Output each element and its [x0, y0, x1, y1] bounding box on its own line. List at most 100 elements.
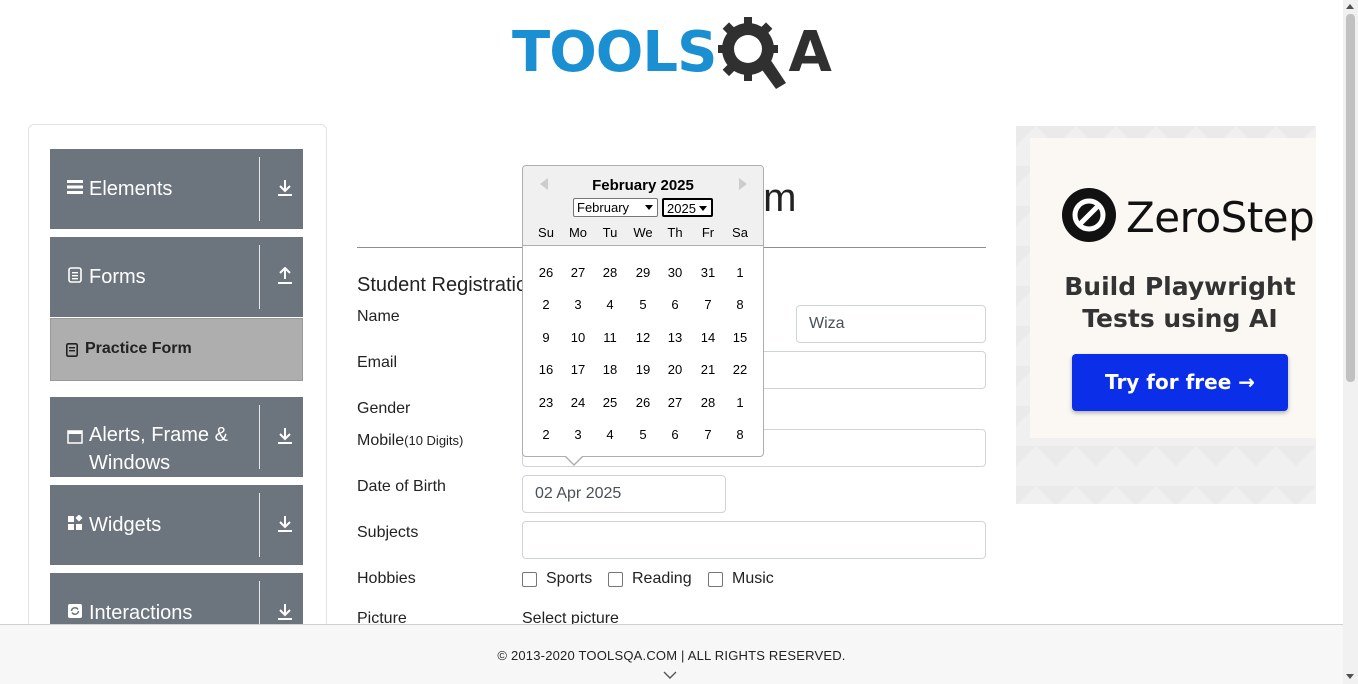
- calendar-day[interactable]: 17: [563, 362, 593, 377]
- chevron-down-icon: [699, 206, 707, 211]
- year-select[interactable]: 2025: [662, 198, 713, 217]
- sidebar-item-practice-form[interactable]: Practice Form: [50, 318, 303, 381]
- next-month-icon[interactable]: [739, 178, 747, 190]
- calendar-day[interactable]: 1: [725, 265, 755, 280]
- ad-cta-button[interactable]: Try for free →: [1072, 354, 1288, 411]
- calendar-day[interactable]: 12: [628, 330, 658, 345]
- calendar-day[interactable]: 28: [595, 265, 625, 280]
- divider: [259, 157, 260, 221]
- calendar-day[interactable]: 25: [595, 395, 625, 410]
- footer-copyright: © 2013-2020 TOOLSQA.COM | ALL RIGHTS RES…: [497, 648, 846, 663]
- scrollbar-thumb[interactable]: [1346, 14, 1355, 382]
- form-icon: [66, 343, 78, 357]
- calendar-day[interactable]: 26: [628, 395, 658, 410]
- calendar-day[interactable]: 3: [563, 427, 593, 442]
- calendar-day[interactable]: 4: [595, 297, 625, 312]
- window-icon: [67, 430, 83, 444]
- month-select[interactable]: February: [573, 198, 658, 217]
- chevron-down-icon: [645, 205, 653, 210]
- calendar-day[interactable]: 10: [563, 330, 593, 345]
- hobby-reading[interactable]: Reading: [608, 570, 692, 588]
- upload-arrow-icon[interactable]: [277, 267, 293, 285]
- calendar-day[interactable]: 2: [531, 297, 561, 312]
- calendar-day[interactable]: 30: [660, 265, 690, 280]
- chevron-down-icon[interactable]: [663, 670, 677, 680]
- ad-headline-line: Tests using AI: [1082, 304, 1278, 333]
- calendar-day[interactable]: 2: [531, 427, 561, 442]
- calendar-day[interactable]: 22: [725, 362, 755, 377]
- sidebar-group-label: Alerts, Frame &: [89, 424, 228, 446]
- download-arrow-icon[interactable]: [277, 427, 293, 445]
- checkbox[interactable]: [608, 571, 623, 587]
- calendar-day[interactable]: 6: [660, 297, 690, 312]
- calendar-day[interactable]: 19: [628, 362, 658, 377]
- download-arrow-icon[interactable]: [277, 179, 293, 197]
- calendar-day[interactable]: 4: [595, 427, 625, 442]
- sidebar-group-elements[interactable]: Elements: [50, 149, 303, 229]
- ad-headline-line: Build Playwright: [1064, 272, 1296, 301]
- sidebar-item-label: Practice Form: [85, 340, 192, 357]
- last-name-input[interactable]: Wiza: [796, 305, 986, 343]
- calendar-day[interactable]: 26: [531, 265, 561, 280]
- mobile-label: Mobile(10 Digits): [357, 432, 463, 450]
- dob-label: Date of Birth: [357, 478, 446, 495]
- calendar-day[interactable]: 8: [725, 297, 755, 312]
- page-scrollbar[interactable]: [1343, 0, 1358, 684]
- sidebar-group-label: Forms: [89, 266, 146, 288]
- dob-input[interactable]: 02 Apr 2025: [522, 475, 726, 513]
- sidebar-group-forms[interactable]: Forms: [50, 237, 303, 317]
- name-label: Name: [357, 308, 400, 325]
- calendar-day[interactable]: 7: [693, 297, 723, 312]
- checkbox[interactable]: [708, 571, 723, 587]
- calendar-day[interactable]: 5: [628, 297, 658, 312]
- hobby-sports[interactable]: Sports: [522, 570, 592, 588]
- weekday-header: We: [633, 225, 653, 240]
- calendar-day[interactable]: 29: [628, 265, 658, 280]
- ad-headline: Build Playwright Tests using AI: [1060, 271, 1300, 335]
- checkbox[interactable]: [522, 571, 537, 587]
- toolsqa-logo[interactable]: TOOLS A: [512, 14, 836, 92]
- sidebar-group-widgets[interactable]: Widgets: [50, 485, 303, 565]
- sidebar: Elements Forms Practice Form Alerts, Fra…: [28, 124, 327, 644]
- calendar-day[interactable]: 15: [725, 330, 755, 345]
- download-arrow-icon[interactable]: [277, 603, 293, 621]
- ad-banner[interactable]: ZeroStep Build Playwright Tests using AI …: [1016, 126, 1316, 504]
- calendar-day[interactable]: 27: [563, 265, 593, 280]
- calendar-day[interactable]: 24: [563, 395, 593, 410]
- calendar-day[interactable]: 28: [693, 395, 723, 410]
- calendar-day[interactable]: 16: [531, 362, 561, 377]
- calendar-day[interactable]: 8: [725, 427, 755, 442]
- widgets-icon: [68, 515, 83, 530]
- calendar-day[interactable]: 1: [725, 395, 755, 410]
- hobby-music[interactable]: Music: [708, 570, 774, 588]
- zerostep-logo-icon: [1062, 188, 1116, 242]
- calendar-day[interactable]: 6: [660, 427, 690, 442]
- calendar-day[interactable]: 23: [531, 395, 561, 410]
- sidebar-group-alerts[interactable]: Alerts, Frame & Windows: [50, 397, 303, 477]
- calendar-day[interactable]: 9: [531, 330, 561, 345]
- calendar-day[interactable]: 13: [660, 330, 690, 345]
- download-arrow-icon[interactable]: [277, 515, 293, 533]
- calendar-day[interactable]: 27: [660, 395, 690, 410]
- calendar-day[interactable]: 14: [693, 330, 723, 345]
- logo-tools-text: TOOLS: [512, 20, 717, 85]
- popup-pointer: [566, 456, 582, 464]
- calendar-day[interactable]: 11: [595, 330, 625, 345]
- zerostep-logo-mark: [1072, 198, 1106, 232]
- calendar-day[interactable]: 20: [660, 362, 690, 377]
- divider: [259, 245, 260, 309]
- calendar-day[interactable]: 3: [563, 297, 593, 312]
- calendar-day[interactable]: 21: [693, 362, 723, 377]
- year-select-value: 2025: [667, 201, 696, 216]
- weekday-header: Sa: [732, 225, 748, 240]
- calendar-day[interactable]: 31: [693, 265, 723, 280]
- hobbies-label: Hobbies: [357, 570, 416, 587]
- scroll-up-arrow-icon[interactable]: [1346, 4, 1354, 9]
- calendar-day[interactable]: 5: [628, 427, 658, 442]
- subjects-input[interactable]: [522, 521, 986, 559]
- calendar-day[interactable]: 7: [693, 427, 723, 442]
- divider: [259, 405, 260, 469]
- scroll-down-arrow-icon[interactable]: [1346, 674, 1354, 679]
- calendar-day[interactable]: 18: [595, 362, 625, 377]
- mobile-hint: (10 Digits): [404, 433, 464, 448]
